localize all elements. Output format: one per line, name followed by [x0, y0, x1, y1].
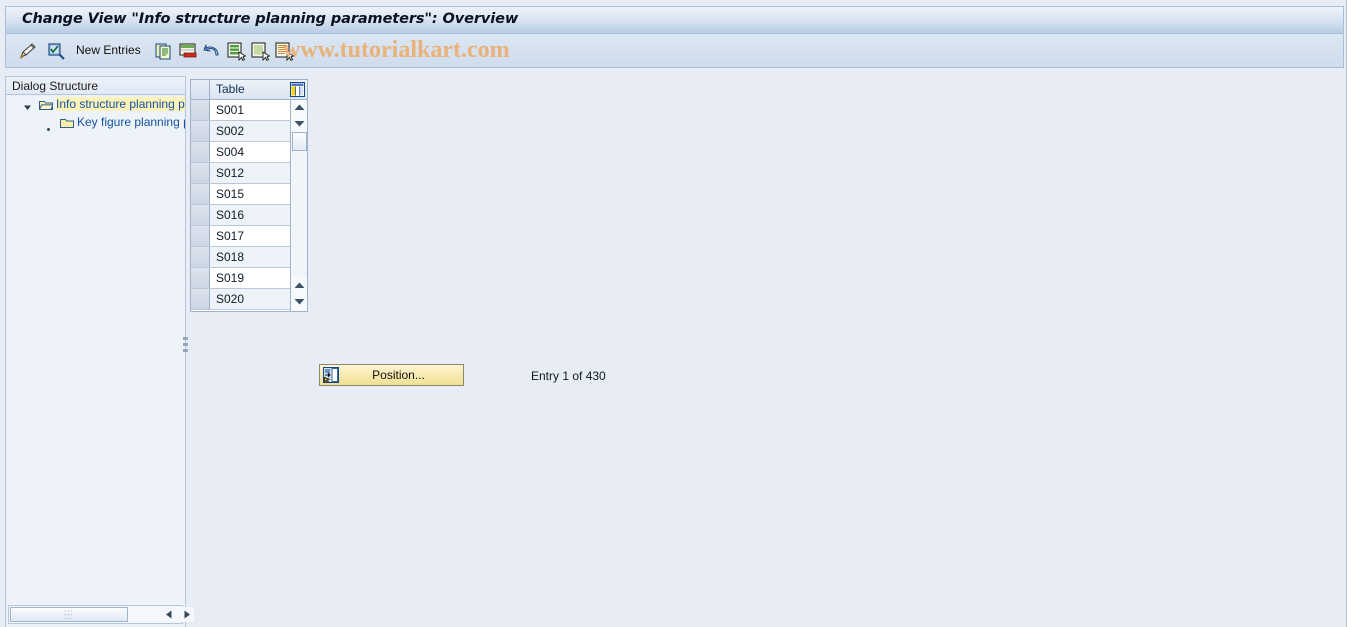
select-all-icon[interactable] [226, 41, 246, 61]
select-block-icon[interactable] [274, 41, 294, 61]
tree-horizontal-scrollbar[interactable]: :::::: [8, 605, 194, 624]
new-entries-button[interactable]: New Entries [76, 43, 141, 57]
row-select-cell[interactable] [191, 226, 210, 246]
table-cell-table[interactable]: S012 [216, 166, 244, 180]
scroll-right-icon[interactable] [179, 607, 194, 622]
sidebar-item-label: Info structure planning parameters [56, 97, 185, 111]
table-cell-table[interactable]: S020 [216, 292, 244, 306]
application-toolbar: New Entries [5, 34, 1344, 68]
scroll-left-icon[interactable] [162, 607, 177, 622]
sap-window: Change View "Info structure planning par… [0, 0, 1347, 627]
table-vscroll-track[interactable] [292, 152, 307, 277]
tree-hscroll-thumb[interactable]: :::::: [10, 607, 128, 622]
page-up-icon[interactable] [292, 278, 307, 293]
table-row[interactable]: S004 [191, 142, 290, 163]
table-cell-table[interactable]: S018 [216, 250, 244, 264]
column-header-table[interactable]: Table [216, 82, 245, 96]
position-button[interactable]: Position... [319, 364, 464, 386]
display-change-icon[interactable] [18, 41, 38, 61]
scroll-thumb-grip-icon: :::::: [64, 607, 74, 621]
sidebar-item-label: Key figure planning parameters [77, 115, 185, 129]
entry-status-text: Entry 1 of 430 [531, 369, 606, 383]
table-row[interactable]: S001 [191, 100, 290, 121]
table-row[interactable]: S020 [191, 289, 290, 310]
page-title: Change View "Info structure planning par… [22, 11, 519, 27]
select-all-column-cell[interactable] [191, 80, 210, 99]
table-row[interactable]: S018 [191, 247, 290, 268]
row-select-cell[interactable] [191, 163, 210, 183]
table-row[interactable]: S019 [191, 268, 290, 289]
window-title-bar: Change View "Info structure planning par… [5, 6, 1344, 34]
table-cell-table[interactable]: S001 [216, 103, 244, 117]
column-config-icon[interactable] [290, 82, 305, 97]
open-folder-icon [38, 99, 54, 111]
table-row[interactable]: S015 [191, 184, 290, 205]
delete-icon[interactable] [178, 41, 198, 61]
leaf-bullet-icon [46, 121, 51, 131]
table-cell-table[interactable]: S002 [216, 124, 244, 138]
check-magnifier-icon[interactable] [46, 41, 66, 61]
table-cell-table[interactable]: S016 [216, 208, 244, 222]
undo-icon[interactable] [202, 41, 222, 61]
panel-splitter-handle[interactable] [182, 337, 189, 357]
row-select-cell[interactable] [191, 121, 210, 141]
closed-folder-icon [60, 117, 74, 129]
position-button-label: Position... [372, 368, 425, 382]
table-row[interactable]: S002 [191, 121, 290, 142]
scroll-up-icon[interactable] [292, 100, 307, 115]
table-row[interactable]: S012 [191, 163, 290, 184]
chevron-down-icon[interactable] [23, 101, 32, 110]
table-cell-table[interactable]: S017 [216, 229, 244, 243]
dialog-structure-title: Dialog Structure [12, 79, 99, 93]
table-vscroll-thumb[interactable] [292, 132, 307, 151]
table-control: Table S001 S002 S004 S012 S015 S016 S017 S018 S0… [190, 79, 308, 312]
row-select-cell[interactable] [191, 100, 210, 120]
row-select-cell[interactable] [191, 289, 210, 309]
table-cell-table[interactable]: S015 [216, 187, 244, 201]
page-down-icon[interactable] [292, 294, 307, 309]
table-row[interactable]: S017 [191, 226, 290, 247]
copy-as-icon[interactable] [154, 41, 174, 61]
row-select-cell[interactable] [191, 205, 210, 225]
table-cell-table[interactable]: S019 [216, 271, 244, 285]
table-cell-table[interactable]: S004 [216, 145, 244, 159]
dialog-structure-panel: Dialog Structure Info structure planning… [5, 76, 194, 627]
table-body: S001 S002 S004 S012 S015 S016 S017 S018 S019 S020 [191, 100, 290, 311]
row-select-cell[interactable] [191, 247, 210, 267]
sidebar-item-info-structure-planning-parameters[interactable]: Info structure planning parameters [6, 96, 185, 114]
row-select-cell[interactable] [191, 142, 210, 162]
table-row[interactable]: S016 [191, 205, 290, 226]
dialog-structure-header: Dialog Structure [6, 77, 185, 95]
table-vertical-scrollbar[interactable] [290, 100, 307, 311]
dialog-structure-tree: Info structure planning parameters Key f… [6, 96, 185, 606]
table-header-row: Table [191, 80, 307, 100]
scroll-down-icon[interactable] [292, 116, 307, 131]
sidebar-item-key-figure-planning-parameters[interactable]: Key figure planning parameters [6, 114, 185, 132]
row-select-cell[interactable] [191, 184, 210, 204]
row-select-cell[interactable] [191, 268, 210, 288]
deselect-all-icon[interactable] [250, 41, 270, 61]
